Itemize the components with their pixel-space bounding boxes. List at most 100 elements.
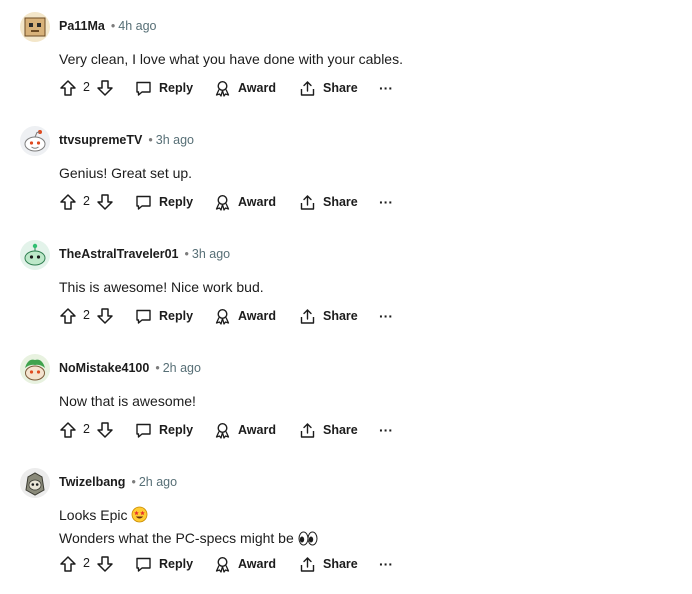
more-options-button[interactable]: ···	[379, 77, 393, 99]
timestamp[interactable]: 3h ago	[192, 247, 230, 261]
award-icon	[215, 194, 230, 211]
snoo-armor-icon	[25, 472, 45, 496]
downvote-button[interactable]	[96, 305, 114, 327]
share-label: Share	[323, 309, 358, 323]
comment-meta: ttvsupremeTV • 3h ago	[59, 133, 194, 147]
author-name[interactable]: NoMistake4100	[59, 361, 149, 375]
share-button[interactable]: Share	[299, 419, 358, 441]
award-label: Award	[238, 81, 276, 95]
separator: •	[184, 247, 189, 261]
downvote-icon	[97, 194, 113, 210]
more-options-button[interactable]: ···	[379, 419, 393, 441]
snoo-green-icon	[24, 243, 46, 266]
share-button[interactable]: Share	[299, 553, 358, 575]
snoo-green-hair-icon	[25, 359, 45, 381]
share-label: Share	[323, 557, 358, 571]
avatar[interactable]	[20, 12, 50, 42]
upvote-button[interactable]	[59, 305, 77, 327]
award-label: Award	[238, 309, 276, 323]
separator: •	[148, 133, 153, 147]
vote-count: 2	[83, 422, 90, 436]
author-name[interactable]: ttvsupremeTV	[59, 133, 142, 147]
award-label: Award	[238, 423, 276, 437]
upvote-icon	[60, 422, 76, 438]
more-options-icon: ···	[379, 556, 393, 572]
upvote-button[interactable]	[59, 553, 77, 575]
comment: TheAstralTraveler01 • 3h ago This is aweso…	[0, 228, 692, 342]
share-button[interactable]: Share	[299, 305, 358, 327]
timestamp[interactable]: 2h ago	[139, 475, 177, 489]
reply-button[interactable]: Reply	[135, 305, 193, 327]
award-button[interactable]: Award	[214, 305, 276, 327]
upvote-button[interactable]	[59, 419, 77, 441]
vote-count: 2	[83, 194, 90, 208]
downvote-button[interactable]	[96, 191, 114, 213]
downvote-icon	[97, 80, 113, 96]
reply-label: Reply	[159, 309, 194, 323]
more-options-icon: ···	[379, 308, 393, 324]
share-button[interactable]: Share	[299, 77, 358, 99]
comment-body: Looks Epic Wonders what the PC-specs mig…	[59, 505, 318, 551]
reply-icon	[136, 557, 151, 572]
reply-label: Reply	[159, 195, 194, 209]
more-options-button[interactable]: ···	[379, 305, 393, 327]
comment-meta: TheAstralTraveler01 • 3h ago	[59, 247, 230, 261]
separator: •	[110, 19, 116, 33]
share-icon	[300, 80, 315, 96]
author-name[interactable]: Pa11Ma	[59, 19, 105, 33]
author-name[interactable]: Twizelbang	[59, 475, 125, 489]
comment-body: Now that is awesome!	[59, 391, 196, 411]
comment-text: Wonders what the PC-specs might be	[59, 530, 294, 546]
reply-icon	[136, 423, 151, 438]
share-label: Share	[323, 195, 358, 209]
timestamp[interactable]: 2h ago	[163, 361, 201, 375]
award-button[interactable]: Award	[214, 553, 276, 575]
award-button[interactable]: Award	[214, 77, 276, 99]
reply-button[interactable]: Reply	[135, 553, 193, 575]
eyes-emoji-icon	[298, 531, 318, 551]
author-name[interactable]: TheAstralTraveler01	[59, 247, 179, 261]
avatar[interactable]	[20, 126, 50, 156]
share-icon	[300, 556, 315, 572]
award-icon	[215, 422, 230, 439]
vote-count: 2	[83, 308, 90, 322]
separator: •	[155, 361, 160, 375]
more-options-button[interactable]: ···	[379, 553, 393, 575]
award-button[interactable]: Award	[214, 419, 276, 441]
comment-body: This is awesome! Nice work bud.	[59, 277, 264, 297]
more-options-icon: ···	[379, 422, 393, 438]
award-button[interactable]: Award	[214, 191, 276, 213]
reply-button[interactable]: Reply	[135, 419, 193, 441]
comment-text: Genius! Great set up.	[59, 165, 193, 181]
comment-text: Looks Epic	[59, 507, 128, 523]
share-button[interactable]: Share	[299, 191, 358, 213]
avatar[interactable]	[20, 354, 50, 384]
reply-button[interactable]: Reply	[135, 191, 193, 213]
comment-body: Very clean, I love what you have done wi…	[59, 49, 403, 69]
comment-meta: Twizelbang • 2h ago	[59, 475, 177, 489]
upvote-button[interactable]	[59, 77, 77, 99]
downvote-button[interactable]	[96, 419, 114, 441]
reply-label: Reply	[159, 557, 194, 571]
more-options-icon: ···	[379, 80, 393, 96]
downvote-button[interactable]	[96, 553, 114, 575]
reply-button[interactable]: Reply	[135, 77, 193, 99]
upvote-button[interactable]	[59, 191, 77, 213]
downvote-icon	[97, 308, 113, 324]
downvote-button[interactable]	[96, 77, 114, 99]
timestamp[interactable]: 3h ago	[156, 133, 194, 147]
more-options-button[interactable]: ···	[379, 191, 393, 213]
reply-icon	[136, 309, 151, 324]
comment: NoMistake4100 • 2h ago Now that is awesome…	[0, 342, 692, 456]
award-icon	[215, 556, 230, 573]
upvote-icon	[60, 308, 76, 324]
comment-text-line-2: Wonders what the PC-specs might be	[59, 528, 318, 551]
more-options-icon: ···	[379, 194, 393, 210]
comment-text: This is awesome! Nice work bud.	[59, 279, 264, 295]
avatar[interactable]	[20, 240, 50, 270]
timestamp[interactable]: 4h ago	[118, 19, 156, 33]
comment-meta: Pa11Ma • 4h ago	[59, 19, 157, 33]
award-icon	[215, 80, 230, 97]
vote-count: 2	[83, 556, 90, 570]
avatar[interactable]	[20, 468, 50, 498]
